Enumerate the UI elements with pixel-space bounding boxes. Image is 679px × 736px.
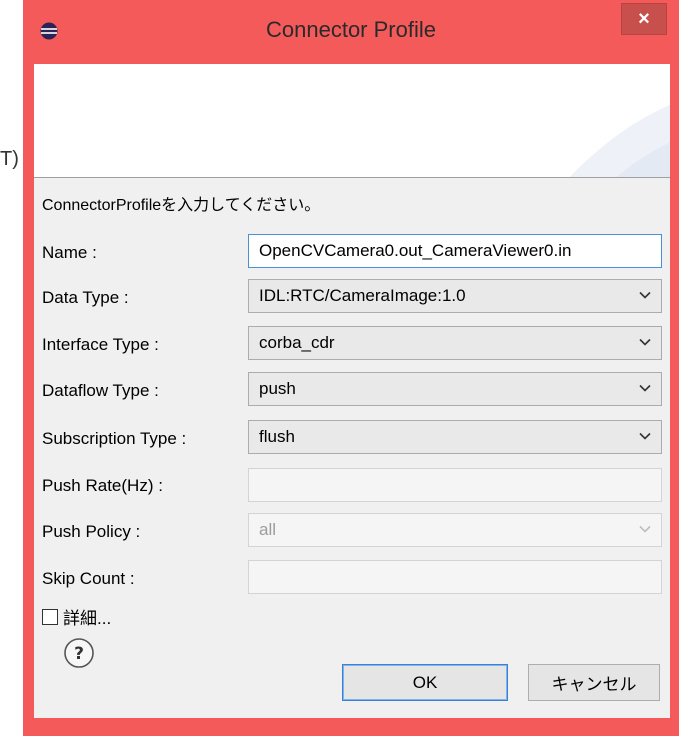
chevron-down-icon <box>639 338 651 346</box>
dialog-banner <box>34 64 670 177</box>
banner-decoration <box>569 104 670 177</box>
name-value: OpenCVCamera0.out_CameraViewer0.in <box>259 241 572 260</box>
push-policy-select: all <box>248 513 662 547</box>
data-type-label: Data Type : <box>42 288 129 307</box>
dialog-title: Connector Profile <box>266 17 436 42</box>
title-bar[interactable]: Connector Profile × <box>23 0 679 64</box>
skip-count-input <box>248 560 662 594</box>
svg-text:?: ? <box>74 644 84 664</box>
push-rate-label: Push Rate(Hz) : <box>42 476 163 495</box>
banner-separator <box>34 177 670 178</box>
chevron-down-icon <box>639 432 651 440</box>
skip-count-label: Skip Count : <box>42 569 135 588</box>
chevron-down-icon <box>639 291 651 299</box>
dataflow-type-select[interactable]: push <box>248 372 662 406</box>
data-type-select[interactable]: IDL:RTC/CameraImage:1.0 <box>248 279 662 313</box>
name-label: Name : <box>42 243 97 262</box>
connector-profile-dialog: Connector Profile × ConnectorProfileを入力し… <box>23 0 679 736</box>
interface-type-select[interactable]: corba_cdr <box>248 326 662 360</box>
ok-button[interactable]: OK <box>342 664 508 701</box>
detail-checkbox[interactable] <box>42 608 58 625</box>
detail-label: 詳細... <box>63 609 112 628</box>
name-input[interactable]: OpenCVCamera0.out_CameraViewer0.in <box>248 234 662 268</box>
close-button[interactable]: × <box>621 3 667 35</box>
chevron-down-icon <box>639 525 651 533</box>
subscription-type-label: Subscription Type : <box>42 429 187 448</box>
push-policy-label: Push Policy : <box>42 522 141 541</box>
background-text: T) <box>0 148 19 170</box>
subscription-type-select[interactable]: flush <box>248 420 662 454</box>
interface-type-value: corba_cdr <box>259 333 335 352</box>
data-type-value: IDL:RTC/CameraImage:1.0 <box>259 286 466 305</box>
dataflow-type-label: Dataflow Type : <box>42 381 159 400</box>
instruction-text: ConnectorProfileを入力してください。 <box>42 197 321 214</box>
subscription-type-value: flush <box>259 427 295 446</box>
push-policy-value: all <box>259 520 277 539</box>
chevron-down-icon <box>639 384 651 392</box>
push-rate-input <box>248 468 662 502</box>
cancel-button[interactable]: キャンセル <box>528 664 660 701</box>
dialog-client-area: ConnectorProfileを入力してください。 Name : OpenCV… <box>34 64 670 718</box>
dataflow-type-value: push <box>259 379 296 398</box>
help-icon[interactable]: ? <box>62 636 96 670</box>
interface-type-label: Interface Type : <box>42 335 159 354</box>
detail-toggle[interactable]: 詳細... <box>42 604 111 629</box>
